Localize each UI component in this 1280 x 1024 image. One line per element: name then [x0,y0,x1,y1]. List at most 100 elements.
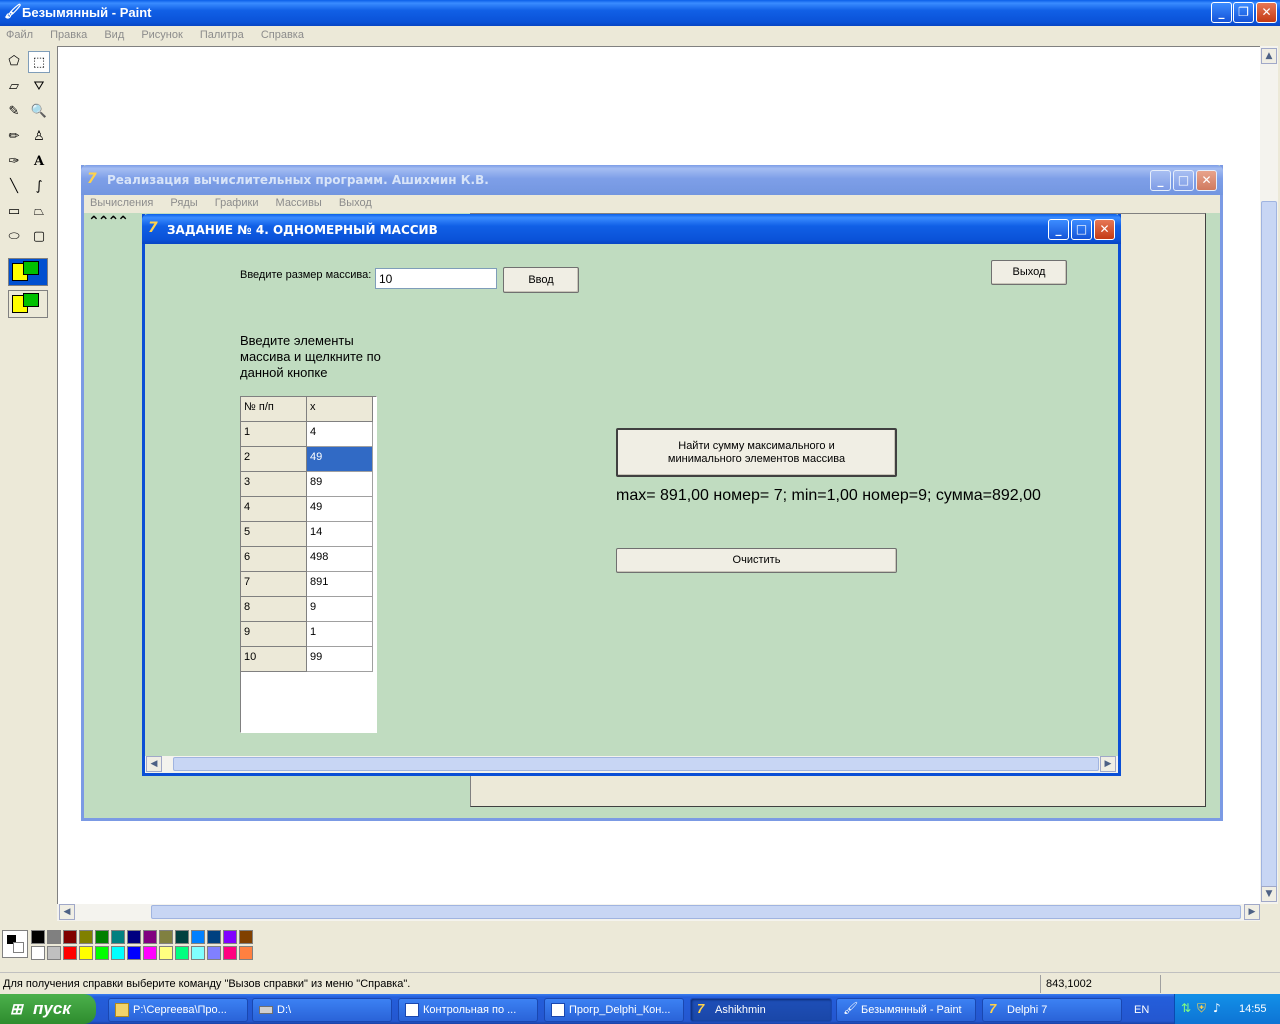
menu-graphs[interactable]: Графики [215,197,259,209]
palette-top-swatch-2[interactable] [63,930,77,944]
menu-edit[interactable]: Правка [50,29,87,41]
scroll-right-arrow[interactable]: ▶ [1244,904,1260,920]
palette-bottom-swatch-5[interactable] [111,946,125,960]
palette-bottom-swatch-8[interactable] [159,946,173,960]
grid-value-cell[interactable]: 9 [307,597,373,622]
menu-file[interactable]: Файл [6,29,33,41]
grid-value-cell[interactable]: 1 [307,622,373,647]
language-indicator[interactable]: EN [1134,1004,1149,1016]
fill-icon[interactable]: ⛛ [28,76,50,98]
grid-value-cell[interactable]: 891 [307,572,373,597]
grid-value-cell[interactable]: 4 [307,422,373,447]
dialog-maximize-button[interactable]: □ [1071,219,1092,240]
dialog-horizontal-scrollbar[interactable]: ◀ ▶ [145,756,1118,773]
airbrush-icon[interactable]: ✑ [3,151,25,173]
array-grid[interactable]: № п/п x 1 4 2 49 3 89 4 49 5 14 6 498 7 891 8 9 9 1 10 99 [240,396,377,733]
palette-bottom-swatch-2[interactable] [63,946,77,960]
menu-help[interactable]: Справка [261,29,304,41]
grid-value-cell[interactable]: 498 [307,547,373,572]
palette-top-swatch-8[interactable] [159,930,173,944]
scroll-left-arrow[interactable]: ◀ [59,904,75,920]
rectangle-icon[interactable]: ▭ [3,201,25,223]
palette-top-swatch-9[interactable] [175,930,189,944]
scroll-thumb[interactable] [1261,201,1277,901]
grid-value-cell[interactable]: 49 [307,447,373,472]
task-ashikhmin[interactable]: 7 Ashikhmin [690,998,832,1022]
palette-bottom-swatch-10[interactable] [191,946,205,960]
rect-select-icon[interactable]: ⬚ [28,51,50,73]
tray-volume-icon[interactable]: ♪ [1213,1001,1221,1015]
palette-bottom-swatch-7[interactable] [143,946,157,960]
palette-bottom-swatch-3[interactable] [79,946,93,960]
line-icon[interactable]: ╲ [3,176,25,198]
color-picker-icon[interactable]: ✎ [3,101,25,123]
exit-button[interactable]: Выход [991,260,1067,285]
palette-top-swatch-1[interactable] [47,930,61,944]
menu-image[interactable]: Рисунок [141,29,183,41]
task-paint[interactable]: 🖌 Безымянный - Paint [836,998,976,1022]
ellipse-icon[interactable]: ⬭ [3,226,25,248]
palette-top-swatch-6[interactable] [127,930,141,944]
dialog-close-button[interactable]: ✕ [1094,219,1115,240]
grid-value-cell[interactable]: 14 [307,522,373,547]
menu-arrays[interactable]: Массивы [276,197,322,209]
tool-option-transparent-icon[interactable] [8,290,48,318]
tray-security-icon[interactable]: ⛨ [1197,1001,1206,1016]
h-scroll-thumb[interactable] [151,905,1241,919]
task-word-delphi[interactable]: Прогр_Delphi_Кон... [544,998,684,1022]
task-drive-d[interactable]: D:\ [252,998,392,1022]
size-input[interactable] [375,268,497,289]
task-delphi7[interactable]: 7 Delphi 7 [982,998,1122,1022]
enter-button[interactable]: Ввод [503,267,579,293]
maximize-button[interactable]: ❐ [1233,2,1254,23]
scroll-down-arrow[interactable]: ▼ [1261,886,1277,902]
grid-value-cell[interactable]: 49 [307,497,373,522]
menu-exit[interactable]: Выход [339,197,372,209]
paint-horizontal-scrollbar[interactable]: ◀ ▶ [57,904,1260,921]
dialog-minimize-button[interactable]: _ [1048,219,1069,240]
menu-calculations[interactable]: Вычисления [90,197,153,209]
grid-value-cell[interactable]: 99 [307,647,373,672]
tool-option-opaque-icon[interactable] [8,258,48,286]
text-icon[interactable]: A [28,151,50,173]
palette-top-swatch-5[interactable] [111,930,125,944]
dialog-scroll-thumb[interactable] [173,757,1099,771]
palette-bottom-swatch-1[interactable] [47,946,61,960]
palette-top-swatch-3[interactable] [79,930,93,944]
task-folder-sergeeva[interactable]: P:\Сергеева\Про... [108,998,248,1022]
eraser-icon[interactable]: ▱ [3,76,25,98]
clear-button[interactable]: Очистить [616,548,897,573]
tray-network-icon[interactable]: ⇅ [1181,1001,1191,1015]
magnifier-icon[interactable]: 🔍 [28,101,50,123]
palette-top-swatch-13[interactable] [239,930,253,944]
main-minimize-button[interactable]: _ [1150,170,1171,191]
palette-top-swatch-7[interactable] [143,930,157,944]
polygon-icon[interactable]: ⏢ [28,201,50,223]
minimize-button[interactable]: _ [1211,2,1232,23]
main-window-title-bar[interactable]: 7 Реализация вычислительных программ. Аш… [81,165,1223,195]
paint-title-bar[interactable]: 🖌 Безымянный - Paint _ ❐ ✕ [0,0,1280,26]
palette-bottom-swatch-9[interactable] [175,946,189,960]
dialog-scroll-right[interactable]: ▶ [1100,756,1116,772]
palette-bottom-swatch-12[interactable] [223,946,237,960]
palette-bottom-swatch-11[interactable] [207,946,221,960]
rounded-rect-icon[interactable]: ▢ [28,226,50,248]
palette-bottom-swatch-6[interactable] [127,946,141,960]
menu-view[interactable]: Вид [104,29,124,41]
palette-top-swatch-12[interactable] [223,930,237,944]
free-select-icon[interactable]: ⬠ [3,51,25,73]
close-button[interactable]: ✕ [1256,2,1277,23]
grid-value-cell[interactable]: 89 [307,472,373,497]
paint-vertical-scrollbar[interactable]: ▲ ▼ [1260,46,1278,904]
main-close-button[interactable]: ✕ [1196,170,1217,191]
curve-icon[interactable]: ∫ [28,176,50,198]
palette-top-swatch-0[interactable] [31,930,45,944]
main-maximize-button[interactable]: □ [1173,170,1194,191]
palette-top-swatch-10[interactable] [191,930,205,944]
menu-series[interactable]: Ряды [170,197,197,209]
palette-bottom-swatch-4[interactable] [95,946,109,960]
palette-top-swatch-11[interactable] [207,930,221,944]
dialog-title-bar[interactable]: 7 ЗАДАНИЕ № 4. ОДНОМЕРНЫЙ МАССИВ _ □ ✕ [142,214,1121,244]
palette-top-swatch-4[interactable] [95,930,109,944]
start-button[interactable]: ⊞ пуск [0,994,96,1024]
